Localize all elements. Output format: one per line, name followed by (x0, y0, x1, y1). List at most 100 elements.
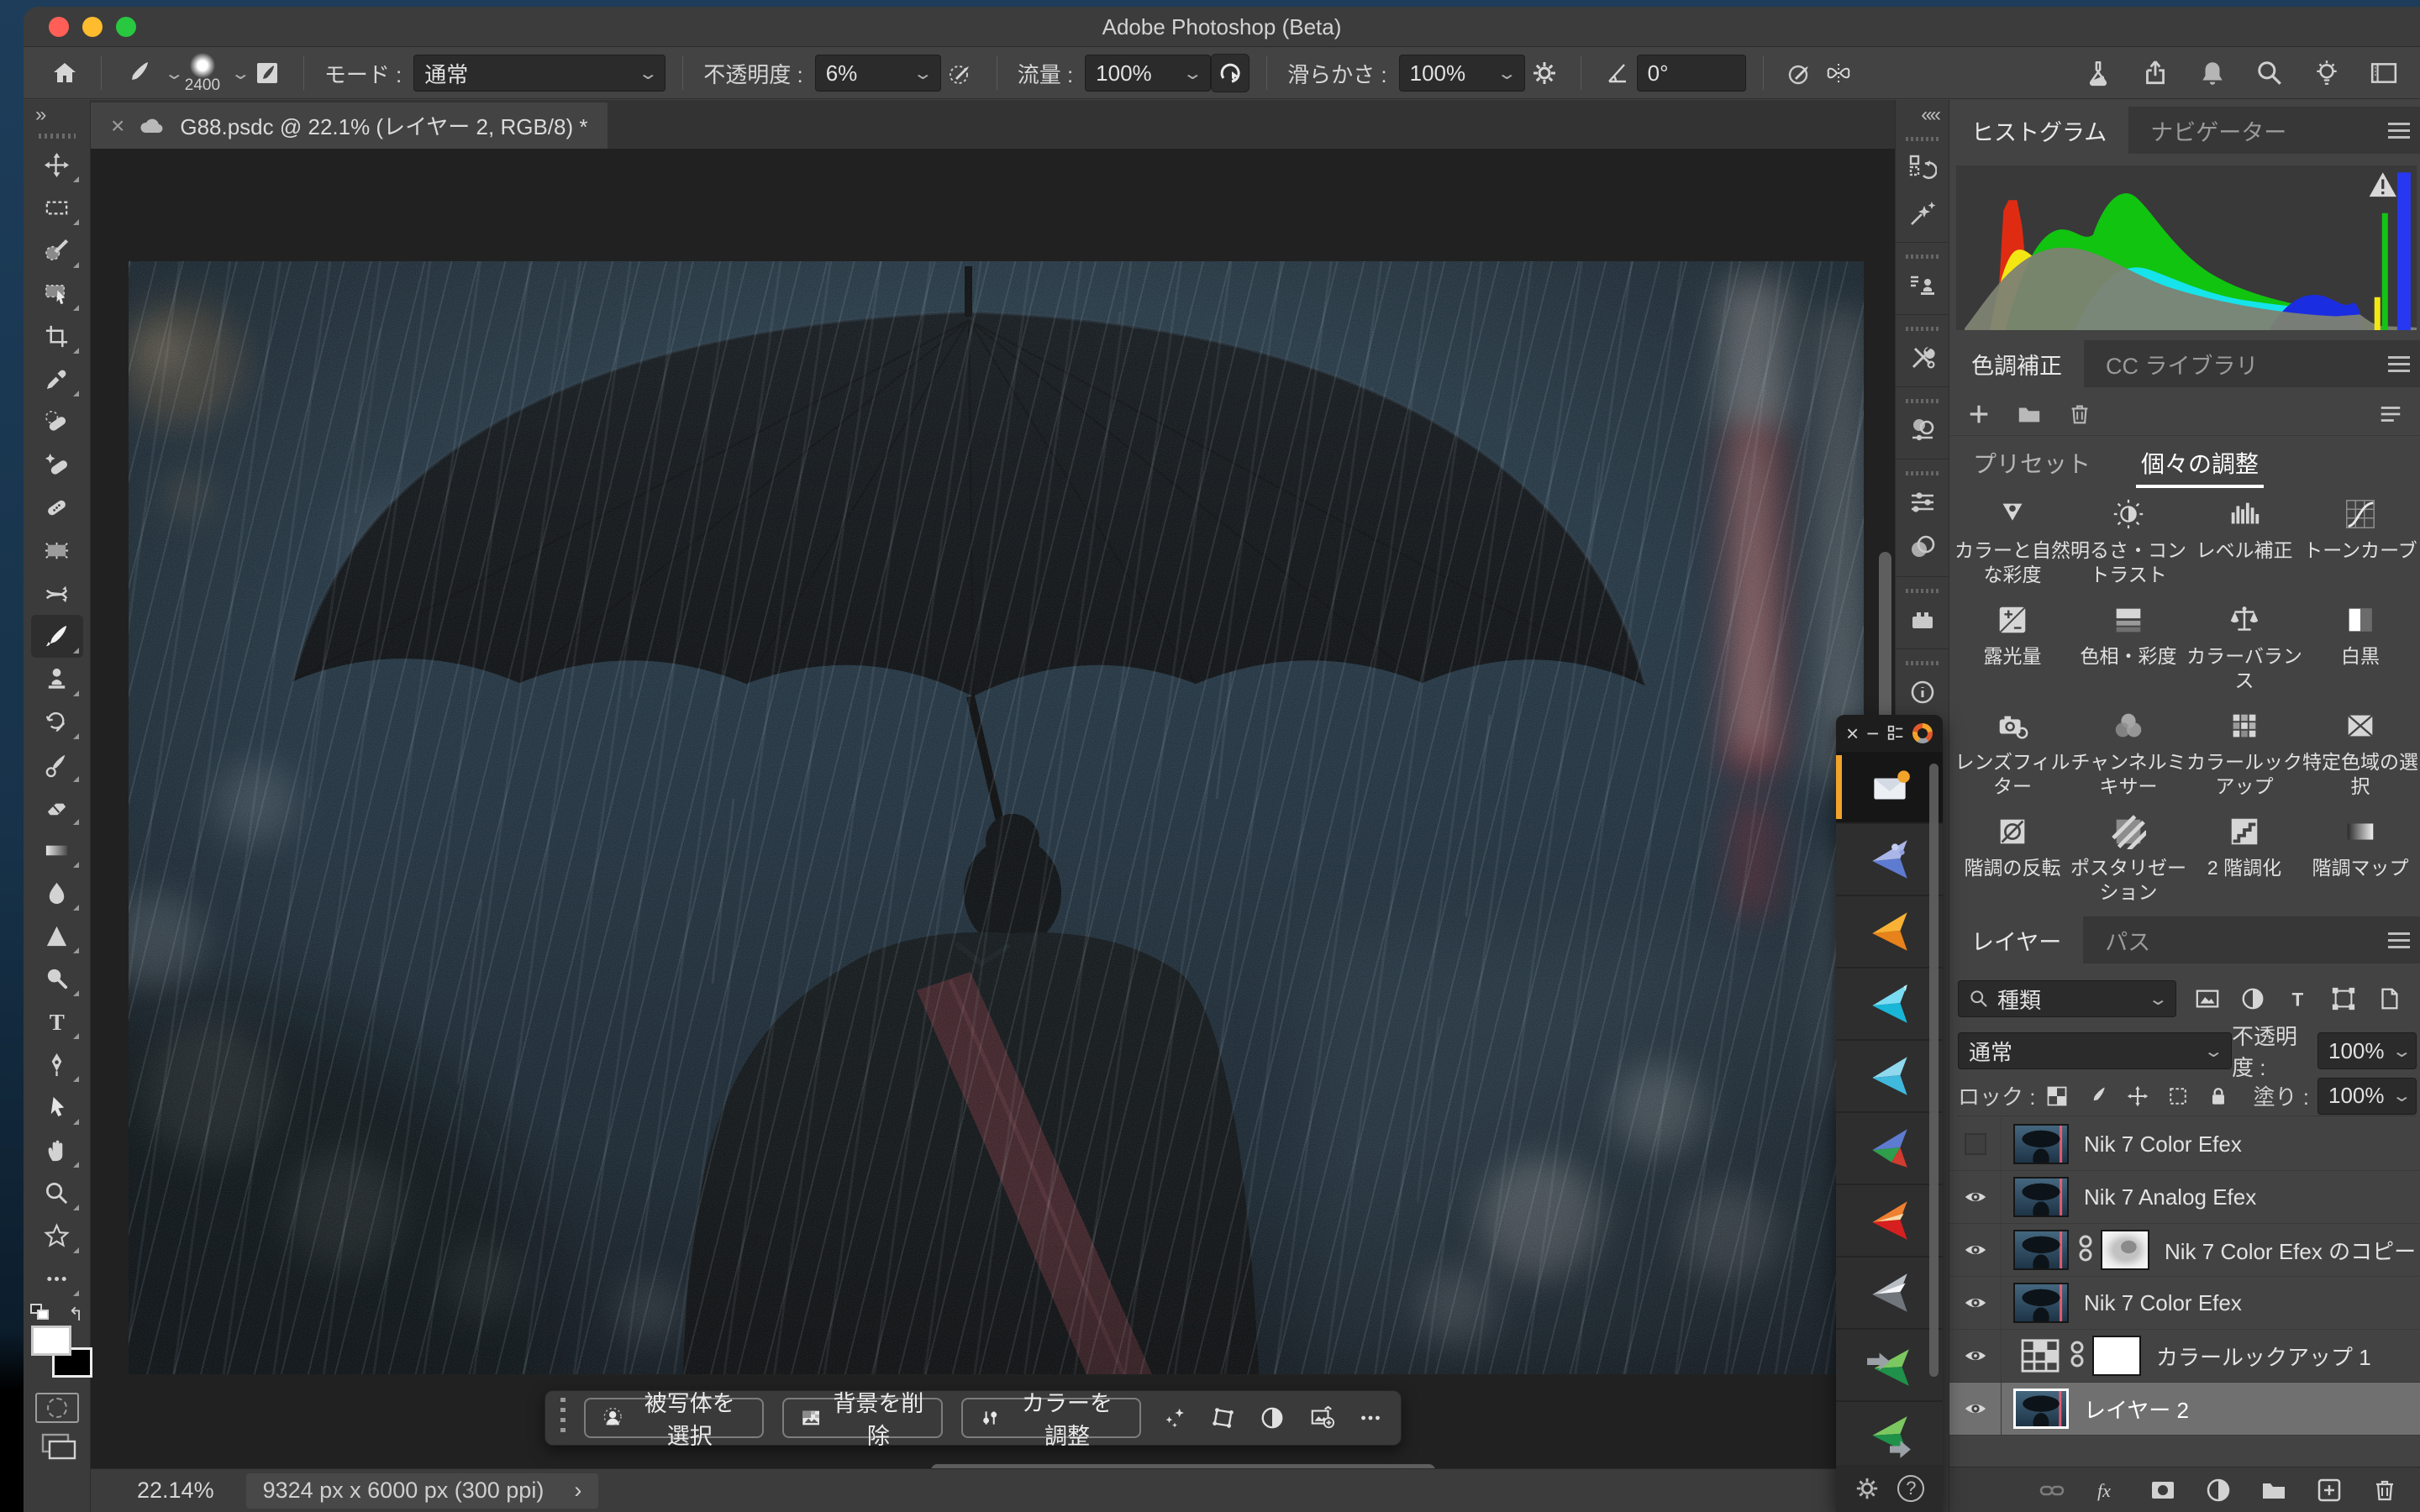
tool-settings-panel-icon[interactable] (1902, 338, 1943, 378)
path-selection-tool[interactable] (31, 1086, 83, 1129)
mask-link-icon[interactable] (2077, 1234, 2094, 1267)
search-icon[interactable] (2255, 59, 2284, 87)
mask-link-icon[interactable] (2069, 1340, 2086, 1373)
blur-tool[interactable] (31, 872, 83, 915)
retouch-panel-icon[interactable] (1902, 410, 1943, 450)
beta-flask-icon[interactable] (2084, 59, 2112, 87)
adj-selective-color[interactable]: 特定色域の選択 (2302, 706, 2418, 812)
content-aware-move-tool[interactable] (31, 572, 83, 615)
edit-toolbar-icon[interactable] (31, 1257, 83, 1300)
eraser-tool[interactable] (31, 786, 83, 829)
new-group-icon[interactable] (2260, 1477, 2287, 1504)
transform-icon[interactable] (1208, 1399, 1239, 1436)
paint-symmetry-icon[interactable] (1819, 54, 1858, 92)
lock-artboard-icon[interactable] (2166, 1084, 2190, 1108)
filter-type-layers-icon[interactable]: T (2286, 986, 2311, 1011)
channels-panel-icon[interactable] (1902, 528, 1943, 568)
layer-filter-select[interactable]: 種類⌄ (1958, 980, 2176, 1017)
filter-smart-objects-icon[interactable] (2376, 986, 2402, 1011)
history-brush-tool[interactable] (31, 701, 83, 743)
tab-adjustments[interactable]: 色調補正 (1949, 340, 2084, 387)
spot-healing-brush-tool[interactable] (31, 444, 83, 486)
lock-pixels-icon[interactable] (2086, 1084, 2109, 1108)
flow-select[interactable]: 100%⌄ (1085, 55, 1211, 92)
color-lookup-layer-icon[interactable] (2020, 1338, 2060, 1373)
adj-vibrance[interactable]: カラーと自然な彩度 (1954, 495, 2070, 601)
hand-tool[interactable] (31, 1129, 83, 1172)
layer-blend-mode-select[interactable]: 通常⌄ (1958, 1032, 2232, 1069)
add-image-icon[interactable] (1306, 1399, 1336, 1436)
zoom-tool[interactable] (31, 1172, 83, 1215)
pen-tool[interactable] (31, 1043, 83, 1086)
remove-tool[interactable] (31, 401, 83, 444)
toolbar-grip[interactable] (39, 134, 76, 139)
zoom-level[interactable]: 22.14% (137, 1478, 214, 1504)
nik-viveza-item[interactable] (1836, 1113, 1943, 1185)
nik-scrollbar[interactable] (1929, 764, 1939, 1377)
adjustment-halfcircle-icon[interactable] (1257, 1399, 1287, 1436)
screen-mode-toggle[interactable] (36, 1430, 78, 1467)
tab-histogram[interactable]: ヒストグラム (1949, 107, 2128, 154)
art-history-brush-tool[interactable] (31, 743, 83, 786)
link-layers-icon[interactable] (2039, 1477, 2065, 1504)
layer-row-selected[interactable]: レイヤー 2 (1949, 1383, 2420, 1436)
brush-tool[interactable] (31, 615, 83, 658)
adj-black-white[interactable]: 白黒 (2302, 601, 2418, 706)
layer-opacity-select[interactable]: 100%⌄ (2317, 1032, 2417, 1069)
visibility-toggle[interactable] (1949, 1118, 2002, 1170)
smoothing-select[interactable]: 100%⌄ (1399, 55, 1525, 92)
nik-news-item[interactable] (1836, 752, 1943, 824)
subtab-presets[interactable]: プリセット (1973, 446, 2091, 480)
layer-thumbnail[interactable] (2013, 1283, 2069, 1323)
collapse-panels-icon[interactable]: «« (1896, 100, 1949, 129)
adj-levels[interactable]: レベル補正 (2186, 495, 2302, 601)
type-tool[interactable]: T (31, 1000, 83, 1043)
history-panel-icon[interactable] (1902, 148, 1943, 188)
move-tool[interactable] (31, 144, 83, 186)
default-colors-icon[interactable]: ↰ (68, 1304, 83, 1326)
subtab-single-adjustments[interactable]: 個々の調整 (2141, 446, 2259, 480)
rectangular-marquee-tool[interactable] (31, 186, 83, 229)
properties-panel-icon[interactable] (1902, 482, 1943, 522)
brush-tool-icon[interactable] (118, 54, 157, 92)
layer-thumbnail[interactable] (2013, 1389, 2069, 1429)
select-subject-button[interactable]: 被写体を選択 (584, 1398, 764, 1438)
layer-effects-icon[interactable] (2094, 1477, 2121, 1504)
layer-thumbnail[interactable] (2013, 1124, 2069, 1164)
airbrush-toggle-icon[interactable] (1211, 54, 1249, 92)
layer-thumbnail[interactable] (2013, 1177, 2069, 1217)
nik-dfine-item[interactable] (1836, 1330, 1943, 1402)
workspace-switcher-icon[interactable] (2370, 59, 2398, 87)
lock-all-icon[interactable] (2207, 1084, 2230, 1108)
close-tab-icon[interactable]: × (111, 113, 124, 139)
plugins-panel-icon[interactable] (1902, 600, 1943, 640)
crop-tool[interactable] (31, 315, 83, 358)
actions-panel-icon[interactable] (1902, 265, 1943, 306)
nik-minimize-icon[interactable]: − (1866, 721, 1879, 747)
layer-mask-thumbnail[interactable] (2092, 1336, 2141, 1376)
adj-color-balance[interactable]: カラーバランス (2186, 601, 2302, 706)
layer-fill-select[interactable]: 100%⌄ (2317, 1078, 2417, 1115)
gradient-tool[interactable] (31, 829, 83, 872)
brush-preset-picker[interactable]: 2400 (185, 53, 220, 93)
blend-mode-select[interactable]: 通常⌄ (413, 55, 666, 92)
adj-hue-saturation[interactable]: 色相・彩度 (2070, 601, 2186, 706)
nik-color-efex-legacy-item[interactable] (1836, 1185, 1943, 1257)
selection-brush-tool[interactable] (31, 229, 83, 272)
tab-paths[interactable]: パス (2083, 916, 2172, 963)
document-info-chevron[interactable]: › (574, 1478, 581, 1504)
swap-colors-icon[interactable] (30, 1304, 52, 1322)
toolbar-expand-icon[interactable]: » (24, 100, 90, 127)
nik-preferences-gear-icon[interactable] (1854, 1476, 1880, 1501)
pressure-opacity-icon[interactable] (941, 54, 980, 92)
taskbar-drag-handle[interactable] (560, 1398, 566, 1438)
adj-photo-filter[interactable]: レンズフィルター (1954, 706, 2070, 812)
filter-adjustment-layers-icon[interactable] (2240, 986, 2265, 1011)
toggle-brush-panel-icon[interactable] (248, 54, 287, 92)
more-options-icon[interactable] (1355, 1399, 1386, 1436)
adj-gradient-map[interactable]: 階調マップ (2302, 812, 2418, 918)
layer-row[interactable]: Nik 7 Color Efex のコピー (1949, 1224, 2420, 1277)
contextual-taskbar[interactable]: 被写体を選択 背景を削除 カラーを調整 (544, 1390, 1402, 1446)
nik-help-icon[interactable]: ? (1897, 1475, 1924, 1502)
canvas-area[interactable]: 被写体を選択 背景を削除 カラーを調整 22.14% (91, 149, 1918, 1512)
